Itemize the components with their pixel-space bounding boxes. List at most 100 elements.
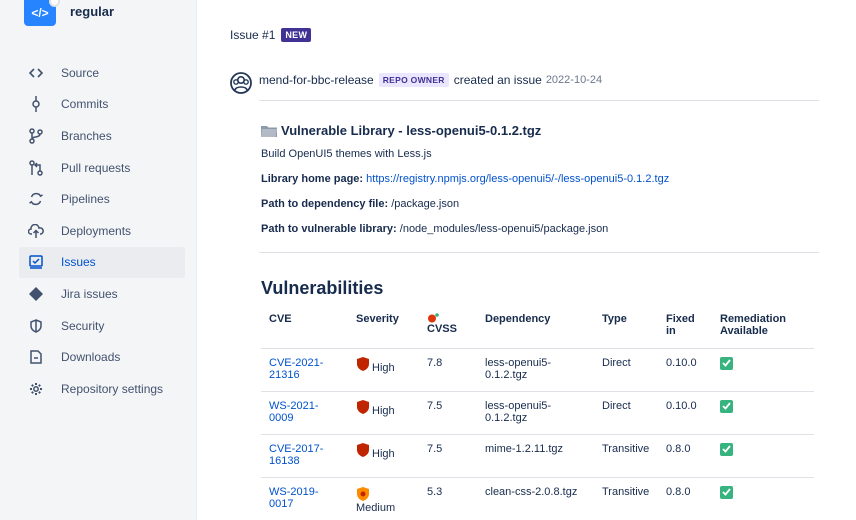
cve-link[interactable]: WS-2019-0017 bbox=[269, 486, 319, 510]
sidebar-item-security[interactable]: Security bbox=[19, 310, 185, 342]
vulnerable-library-line: Path to vulnerable library: /node_module… bbox=[261, 223, 608, 235]
fixed-value: 0.8.0 bbox=[658, 476, 712, 520]
sidebar-item-label: Downloads bbox=[61, 350, 121, 365]
vulnerable-library-value: /node_modules/less-openui5/package.json bbox=[399, 223, 609, 235]
author-name[interactable]: mend-for-bbc-release bbox=[259, 73, 374, 87]
column-header-dependency: Dependency bbox=[485, 313, 551, 325]
issues-icon bbox=[27, 253, 45, 271]
repo-header[interactable]: </> regular bbox=[24, 0, 114, 34]
sidebar-item-pull-requests[interactable]: Pull requests bbox=[19, 152, 185, 184]
status-badge: NEW bbox=[281, 28, 312, 42]
vulnerabilities-heading: Vulnerabilities bbox=[261, 278, 384, 298]
cvss-value: 7.5 bbox=[419, 433, 477, 477]
branch-icon bbox=[27, 127, 45, 145]
library-home-link[interactable]: https://registry.npmjs.org/less-openui5/… bbox=[366, 173, 669, 185]
severity-label: High bbox=[372, 361, 395, 374]
issue-date: 2022-10-24 bbox=[545, 74, 603, 86]
cvss-value: 7.5 bbox=[419, 390, 477, 434]
check-icon bbox=[720, 442, 733, 456]
high-severity-icon bbox=[357, 399, 369, 414]
severity-label: High bbox=[372, 447, 395, 460]
dependency-value: less-openui5-0.1.2.tgz bbox=[477, 347, 594, 391]
pull-request-icon bbox=[27, 159, 45, 177]
type-value: Direct bbox=[594, 347, 658, 391]
cvss-icon bbox=[428, 313, 439, 323]
sidebar-item-label: Branches bbox=[61, 128, 112, 143]
high-severity-icon bbox=[357, 442, 369, 457]
sidebar-item-deployments[interactable]: Deployments bbox=[19, 215, 185, 247]
medium-severity-icon bbox=[357, 486, 369, 501]
sidebar-item-label: Deployments bbox=[61, 223, 132, 238]
sidebar-item-repository-settings[interactable]: Repository settings bbox=[19, 373, 185, 405]
commit-icon bbox=[27, 95, 45, 113]
sidebar-item-label: Pull requests bbox=[61, 160, 131, 175]
fixed-value: 0.10.0 bbox=[658, 347, 712, 391]
table-header-row: CVE Severity CVSS Dependency Type Fixed … bbox=[261, 305, 814, 348]
dependency-file-line: Path to dependency file: /package.json bbox=[261, 198, 459, 210]
cve-link[interactable]: CVE-2021-21316 bbox=[269, 357, 323, 381]
code-icon: </> bbox=[31, 6, 49, 20]
vulnerable-library-label: Path to vulnerable library: bbox=[261, 223, 397, 235]
shield-icon bbox=[27, 317, 45, 335]
sidebar-item-branches[interactable]: Branches bbox=[19, 120, 185, 152]
dependency-value: mime-1.2.11.tgz bbox=[477, 433, 594, 477]
column-header-severity: Severity bbox=[356, 313, 399, 325]
severity-label: High bbox=[372, 404, 395, 417]
sidebar-item-label: Source bbox=[61, 65, 100, 80]
issue-main: Issue #1 NEW mend-for-bbc-release REPO O… bbox=[230, 0, 840, 520]
library-home-line: Library home page: https://registry.npmj… bbox=[261, 173, 669, 185]
sidebar-item-label: Repository settings bbox=[61, 381, 164, 396]
column-header-cve: CVE bbox=[269, 313, 292, 325]
library-title-text: Vulnerable Library - less-openui5-0.1.2.… bbox=[281, 123, 542, 138]
repo-name[interactable]: regular bbox=[70, 4, 114, 19]
sidebar-nav: Source Commits Branches Pull requests Pi… bbox=[19, 57, 185, 405]
check-icon bbox=[720, 485, 733, 499]
severity-label: Medium bbox=[356, 501, 396, 514]
check-icon bbox=[720, 399, 733, 413]
sidebar-item-commits[interactable]: Commits bbox=[19, 89, 185, 121]
cvss-value: 7.8 bbox=[419, 347, 477, 391]
cvss-value: 5.3 bbox=[419, 476, 477, 520]
cve-link[interactable]: WS-2021-0009 bbox=[269, 400, 319, 424]
folder-icon bbox=[261, 125, 277, 137]
high-severity-icon bbox=[357, 356, 369, 371]
dependency-value: less-openui5-0.1.2.tgz bbox=[477, 390, 594, 434]
library-home-label: Library home page: bbox=[261, 173, 364, 185]
gear-icon bbox=[27, 380, 45, 398]
table-row: CVE-2017-16138 High 7.5 mime-1.2.11.tgz … bbox=[261, 433, 814, 477]
cloud-upload-icon bbox=[27, 222, 45, 240]
cve-link[interactable]: CVE-2017-16138 bbox=[269, 443, 323, 467]
issue-id-label: Issue #1 bbox=[230, 28, 276, 42]
table-row: WS-2021-0009 High 7.5 less-openui5-0.1.2… bbox=[261, 390, 814, 434]
table-row: CVE-2021-21316 High 7.8 less-openui5-0.1… bbox=[261, 347, 814, 391]
pipelines-icon bbox=[27, 190, 45, 208]
vulnerabilities-table: CVE Severity CVSS Dependency Type Fixed … bbox=[261, 305, 814, 520]
sidebar-item-label: Issues bbox=[61, 255, 96, 270]
repo-owner-badge: REPO OWNER bbox=[378, 73, 449, 87]
fixed-value: 0.10.0 bbox=[658, 390, 712, 434]
column-header-type: Type bbox=[602, 313, 627, 325]
sidebar-item-source[interactable]: Source bbox=[19, 57, 185, 89]
divider bbox=[259, 252, 819, 253]
author-action: created an issue bbox=[453, 73, 542, 87]
type-value: Direct bbox=[594, 390, 658, 434]
table-row: WS-2019-0017 Medium 5.3 clean-css-2.0.8.… bbox=[261, 476, 814, 520]
sidebar: </> regular Source Commits Branches Pull… bbox=[0, 0, 197, 520]
fixed-value: 0.8.0 bbox=[658, 433, 712, 477]
author-line: mend-for-bbc-release REPO OWNER created … bbox=[259, 73, 602, 87]
sidebar-item-jira-issues[interactable]: Jira issues bbox=[19, 278, 185, 310]
sidebar-item-pipelines[interactable]: Pipelines bbox=[19, 183, 185, 215]
sidebar-item-label: Jira issues bbox=[61, 286, 118, 301]
check-icon bbox=[720, 356, 733, 370]
library-description: Build OpenUI5 themes with Less.js bbox=[261, 148, 432, 160]
avatar[interactable] bbox=[230, 72, 252, 94]
sidebar-item-issues[interactable]: Issues bbox=[19, 246, 185, 279]
column-header-cvss: CVSS bbox=[419, 305, 477, 348]
dependency-value: clean-css-2.0.8.tgz bbox=[477, 476, 594, 520]
repo-avatar: </> bbox=[24, 0, 60, 26]
column-header-fixed: Fixed in bbox=[666, 313, 695, 337]
type-value: Transitive bbox=[594, 433, 658, 477]
sidebar-item-downloads[interactable]: Downloads bbox=[19, 341, 185, 373]
sidebar-item-label: Pipelines bbox=[61, 192, 110, 207]
column-header-remediation: Remediation Available bbox=[720, 313, 787, 337]
